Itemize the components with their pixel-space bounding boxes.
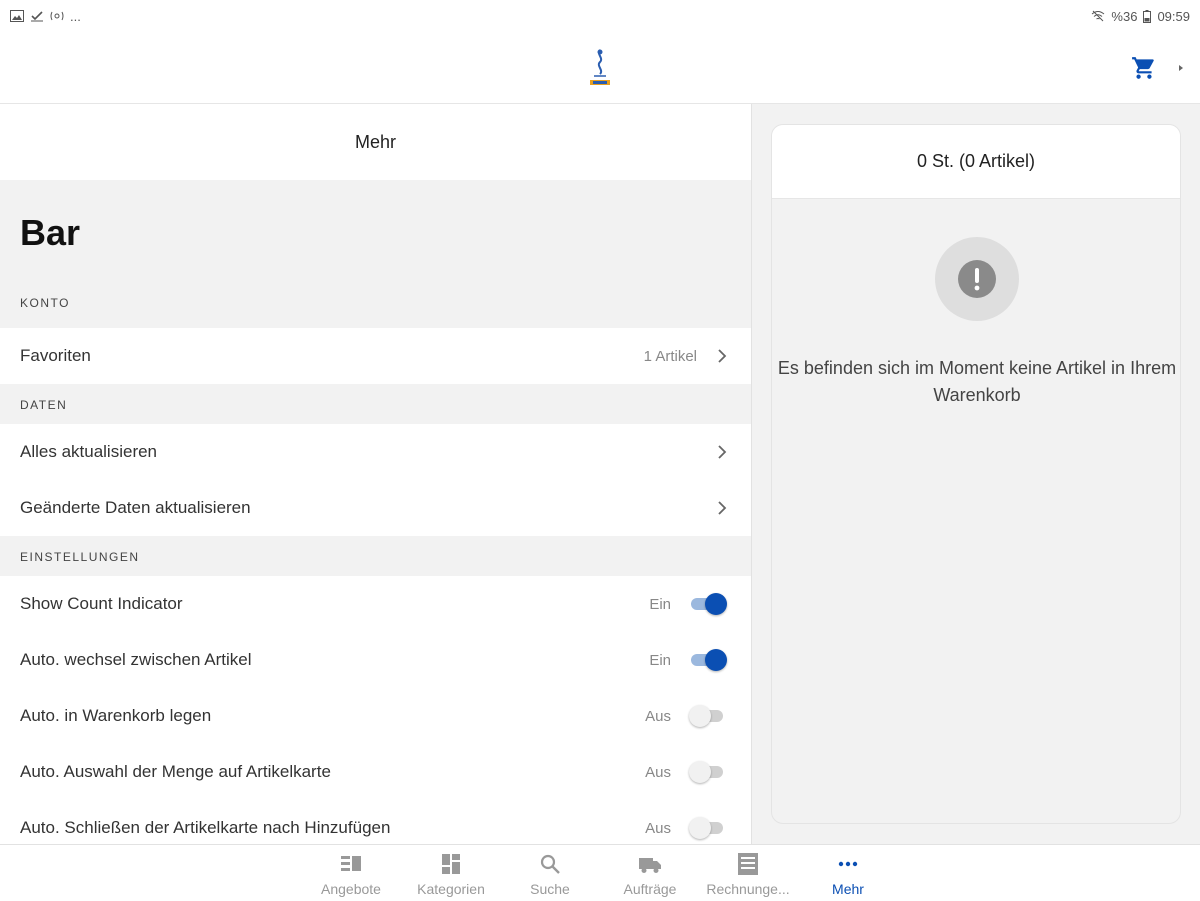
nav-rechnungen[interactable]: Rechnunge... xyxy=(698,845,798,901)
chevron-right-icon xyxy=(718,349,727,363)
exclamation-icon xyxy=(958,260,996,298)
nav-label: Rechnunge... xyxy=(706,881,790,897)
list-icon xyxy=(341,856,361,871)
battery-percent: %36 xyxy=(1111,8,1138,24)
nav-kategorien[interactable]: Kategorien xyxy=(401,845,501,901)
setting-label: Auto. Schließen der Artikelkarte nach Hi… xyxy=(20,818,391,837)
setting-row: Auto. wechsel zwischen Artikel Ein xyxy=(0,632,751,688)
status-more-dots: ... xyxy=(70,8,81,24)
auto-close-article-card-toggle[interactable] xyxy=(689,816,727,840)
setting-label: Auto. Auswahl der Menge auf Artikelkarte xyxy=(20,762,331,781)
bottom-navigation: Angebote Kategorien Suche Aufträge Rechn… xyxy=(0,844,1200,900)
auto-select-quantity-toggle[interactable] xyxy=(689,760,727,784)
setting-row: Auto. Schließen der Artikelkarte nach Hi… xyxy=(0,800,751,844)
nav-angebote[interactable]: Angebote xyxy=(301,845,401,901)
show-count-indicator-toggle[interactable] xyxy=(689,592,727,616)
refresh-changed-label: Geänderte Daten aktualisieren xyxy=(20,498,251,517)
app-logo[interactable] xyxy=(584,46,616,90)
section-header-einstellungen: EINSTELLUNGEN xyxy=(20,550,140,564)
setting-label: Auto. wechsel zwischen Artikel xyxy=(20,650,252,669)
status-right: %36 09:59 xyxy=(1091,9,1190,24)
more-icon xyxy=(838,861,858,867)
battery-icon xyxy=(1143,9,1152,23)
auto-add-to-cart-toggle[interactable] xyxy=(689,704,727,728)
status-bar: ... %36 09:59 xyxy=(0,0,1200,32)
setting-row: Auto. in Warenkorb legen Aus xyxy=(0,688,751,744)
status-left: ... xyxy=(10,9,81,24)
nav-label: Mehr xyxy=(832,881,864,897)
cart-icon xyxy=(1132,57,1154,79)
image-icon xyxy=(10,10,24,22)
setting-state: Ein xyxy=(649,595,671,613)
receipt-icon xyxy=(738,853,758,875)
status-time: 09:59 xyxy=(1157,8,1190,24)
nav-label: Kategorien xyxy=(417,881,485,897)
cart-button[interactable] xyxy=(1128,52,1160,84)
nav-label: Suche xyxy=(530,881,570,897)
favoriten-count: 1 Artikel xyxy=(643,347,697,365)
section-header-konto: KONTO xyxy=(20,296,70,310)
section-header-daten: DATEN xyxy=(20,398,68,412)
cart-panel: 0 St. (0 Artikel) Es befinden sich im Mo… xyxy=(751,104,1200,844)
setting-state: Ein xyxy=(649,651,671,669)
nav-mehr[interactable]: Mehr xyxy=(798,845,898,901)
nav-label: Aufträge xyxy=(623,881,677,897)
setting-state: Aus xyxy=(645,763,671,781)
more-panel: Mehr Bar KONTO Favoriten 1 Artikel DATEN… xyxy=(0,104,751,844)
nav-auftraege[interactable]: Aufträge xyxy=(600,845,700,901)
setting-row: Auto. Auswahl der Menge auf Artikelkarte… xyxy=(0,744,751,800)
chevron-right-icon xyxy=(718,445,727,459)
cast-icon xyxy=(50,11,64,21)
chevron-right-icon xyxy=(718,501,727,515)
page-title: Bar xyxy=(20,212,81,253)
setting-row: Show Count Indicator Ein xyxy=(0,576,751,632)
search-icon xyxy=(540,854,560,874)
empty-cart-message: Es befinden sich im Moment keine Artikel… xyxy=(777,358,1177,405)
empty-cart-indicator xyxy=(935,237,1019,321)
favoriten-label: Favoriten xyxy=(20,346,91,365)
setting-state: Aus xyxy=(645,707,671,725)
truck-icon xyxy=(639,858,661,873)
grid-icon xyxy=(442,854,460,874)
setting-label: Show Count Indicator xyxy=(20,594,183,613)
auto-switch-articles-toggle[interactable] xyxy=(689,648,727,672)
refresh-all-row[interactable]: Alles aktualisieren xyxy=(0,424,751,480)
cart-card: 0 St. (0 Artikel) Es befinden sich im Mo… xyxy=(771,124,1181,824)
app-header xyxy=(0,32,1200,104)
cart-summary: 0 St. (0 Artikel) xyxy=(772,125,1180,199)
download-done-icon xyxy=(31,11,43,22)
favoriten-row[interactable]: Favoriten 1 Artikel xyxy=(0,328,751,384)
wifi-off-icon xyxy=(1092,10,1105,22)
refresh-all-label: Alles aktualisieren xyxy=(20,442,158,461)
nav-label: Angebote xyxy=(321,881,381,897)
refresh-changed-row[interactable]: Geänderte Daten aktualisieren xyxy=(0,480,751,536)
setting-label: Auto. in Warenkorb legen xyxy=(20,706,212,725)
panel-title: Mehr xyxy=(0,104,751,180)
setting-state: Aus xyxy=(645,819,671,837)
nav-suche[interactable]: Suche xyxy=(500,845,600,901)
chevron-right-icon[interactable] xyxy=(1176,60,1186,76)
